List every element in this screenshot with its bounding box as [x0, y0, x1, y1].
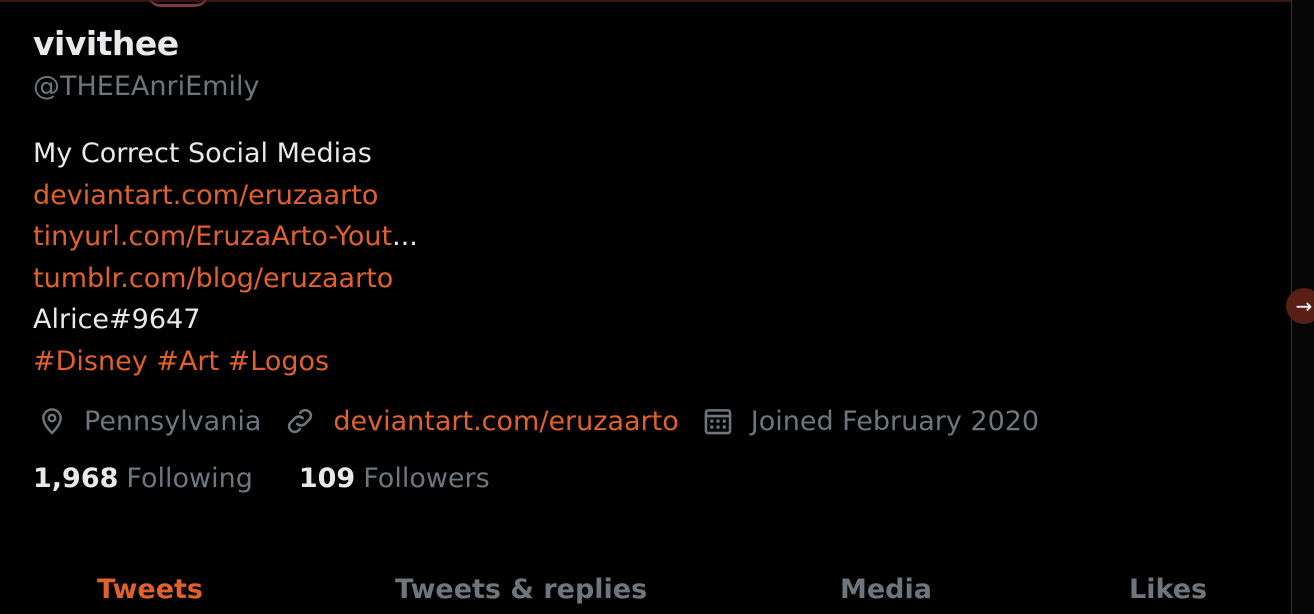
avatar[interactable]: [148, 0, 208, 7]
following-label: Following: [126, 463, 253, 494]
meta-website[interactable]: deviantart.com/eruzaarto: [283, 404, 679, 438]
bio-text: My Correct Social Medias: [33, 138, 372, 169]
bio-link-tinyurl-text: tinyurl.com/EruzaArto-Yout: [33, 221, 393, 252]
bio-link-tumblr[interactable]: tumblr.com/blog/eruzaarto: [33, 263, 393, 294]
location-pin-icon: [42, 408, 62, 435]
bio-discord-tag: Alrice#9647: [33, 304, 201, 335]
user-handle: @THEEAnriEmily: [33, 71, 260, 102]
profile-meta: Pennsylvania deviantart.com/eruzaarto Jo…: [36, 400, 1061, 442]
bio-link-ellipsis: ...: [392, 221, 418, 252]
link-icon: [288, 408, 313, 434]
meta-location: Pennsylvania: [36, 405, 261, 437]
next-arrow-button[interactable]: →: [1286, 288, 1314, 324]
profile-bio: My Correct Social Medias deviantart.com/…: [33, 133, 418, 382]
hashtag-disney[interactable]: #Disney: [33, 346, 148, 377]
joined-text: Joined February 2020: [750, 405, 1040, 437]
display-name: vivithee: [33, 24, 179, 63]
followers-count[interactable]: 109 Followers: [299, 463, 490, 494]
bio-link-tinyurl[interactable]: tinyurl.com/EruzaArto-Yout...: [33, 221, 418, 252]
arrow-right-icon: →: [1295, 294, 1313, 318]
profile-page: vivithee @THEEAnriEmily My Correct Socia…: [0, 0, 1314, 614]
followers-number: 109: [298, 463, 356, 494]
website-link[interactable]: deviantart.com/eruzaarto: [333, 406, 678, 437]
bio-link-deviantart[interactable]: deviantart.com/eruzaarto: [33, 180, 378, 211]
location-text: Pennsylvania: [84, 405, 262, 437]
following-count[interactable]: 1,968 Following: [33, 463, 253, 494]
following-number: 1,968: [33, 463, 119, 494]
meta-joined: Joined February 2020: [701, 404, 1039, 438]
profile-tabs: Tweets Tweets & replies Media Likes: [0, 568, 1290, 614]
calendar-icon: [704, 409, 732, 435]
hashtag-logos[interactable]: #Logos: [228, 346, 329, 377]
tab-likes[interactable]: Likes: [1129, 574, 1207, 605]
tab-media[interactable]: Media: [840, 574, 932, 605]
tab-tweets-and-replies[interactable]: Tweets & replies: [395, 574, 647, 605]
follow-counts: 1,968 Following 109 Followers: [33, 463, 536, 494]
tab-tweets[interactable]: Tweets: [97, 574, 203, 605]
followers-label: Followers: [363, 463, 490, 494]
hashtag-art[interactable]: #Art: [156, 346, 219, 377]
